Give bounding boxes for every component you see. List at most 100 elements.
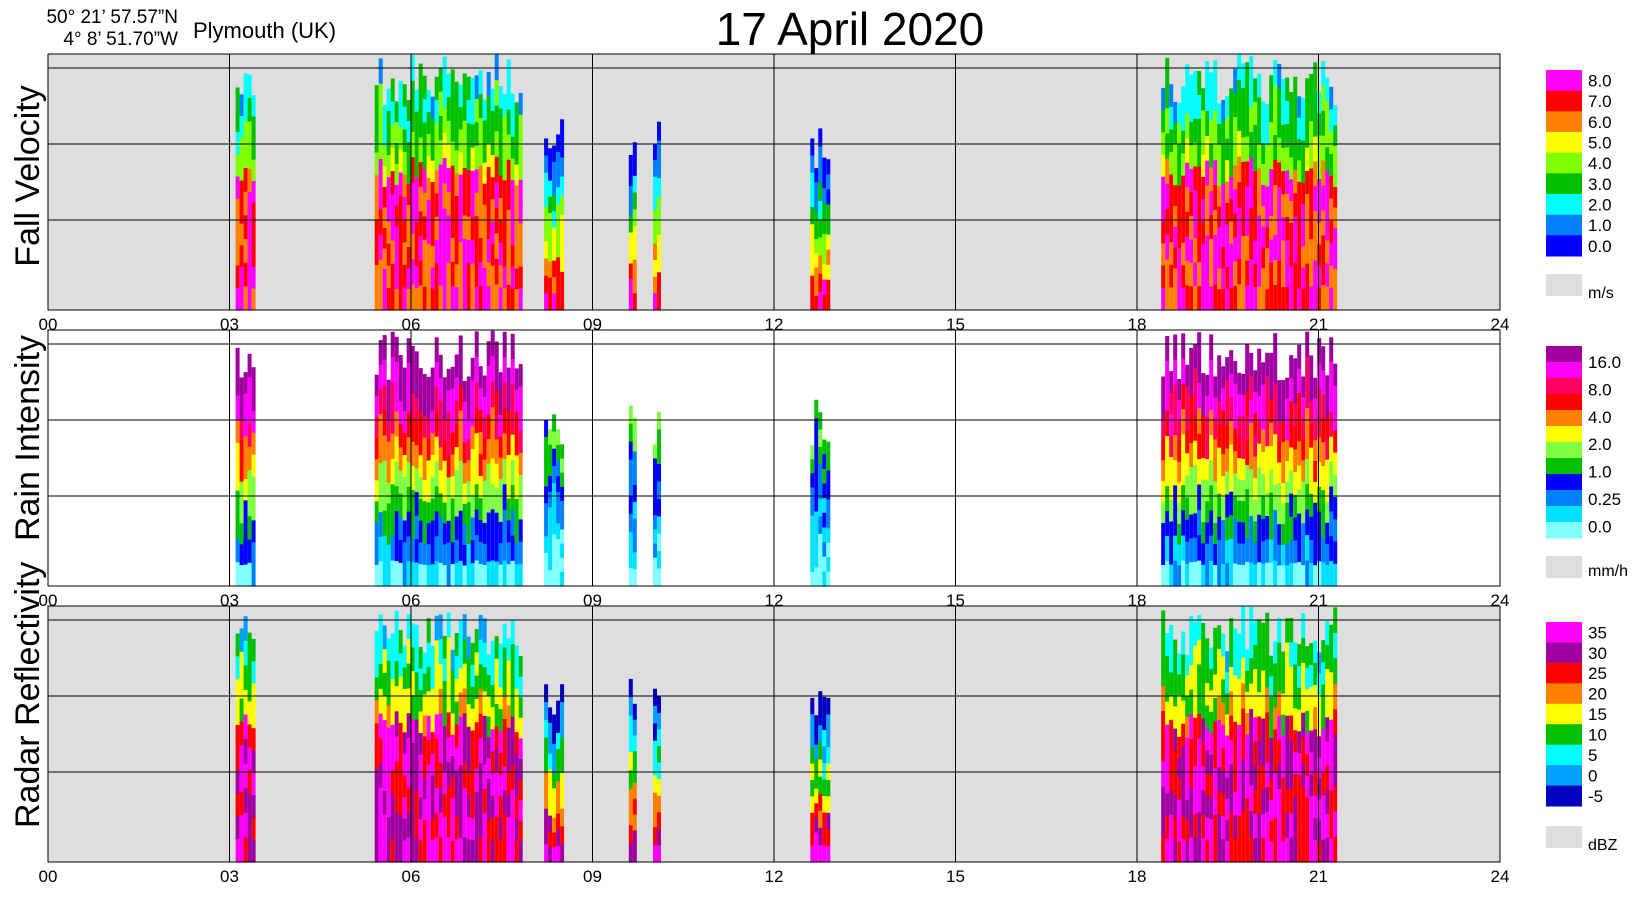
panel-0-event-2-cell [548,180,553,198]
panel-0-event-1-cell [474,122,479,147]
panel-2-event-1-cell [418,668,423,691]
panel-0-event-1-cell [518,136,523,159]
panel-2-event-6-cell [1213,744,1218,769]
panel-1-event-6-cell [1289,562,1294,587]
panel-2-legend-label: 5 [1588,746,1597,765]
panel-1-event-1-cell [414,374,419,399]
panel-1-event-0-cell [251,410,256,434]
panel-2-event-1-cell [406,614,411,640]
panel-0-event-4-cell [653,226,657,244]
panel-2-event-6-cell [1277,740,1282,766]
panel-1-event-6-cell [1269,446,1274,470]
panel-1-event-6-cell [1197,382,1202,409]
panel-0-event-6-cell [1309,192,1314,217]
panel-1-event-6-cell [1325,375,1330,397]
panel-2-event-6-cell [1253,765,1258,791]
panel-1-event-6-cell [1289,470,1294,495]
panel-2-event-1-cell [402,818,407,841]
panel-0-event-6-cell [1325,263,1330,288]
panel-0-event-1-cell [518,179,523,203]
panel-0-event-1-cell [498,86,503,110]
panel-2-event-1-cell [514,688,519,712]
panel-2-event-1-cell [482,788,487,814]
panel-0-event-1-cell [498,287,503,311]
panel-0-event-1-cell [414,221,419,245]
panel-2-event-6-cell [1301,613,1306,639]
panel-1-event-5-cell [826,470,831,486]
panel-2-event-6-cell [1281,777,1286,800]
panel-2-event-0-cell [243,837,248,863]
panel-0-event-1-cell [438,67,443,93]
panel-0-event-6-cell [1301,204,1306,226]
panel-0-event-1-cell [498,130,503,154]
panel-1-event-6-cell [1301,502,1306,524]
panel-2-event-6-cell [1261,790,1266,815]
panel-1-event-1-cell [386,379,391,401]
panel-1-event-1-cell [382,560,387,587]
panel-1-event-0-cell [235,443,240,468]
panel-2-event-1-cell [394,736,399,763]
panel-2-event-1-cell [486,654,491,676]
panel-1-event-0-cell [247,446,252,471]
panel-2-event-1-cell [502,766,507,792]
panel-0-event-6-cell [1177,103,1182,125]
panel-2-event-1-cell [382,743,387,768]
panel-0-event-1-cell [474,239,479,264]
panel-2-event-3-cell [632,767,637,784]
panel-1-event-1-cell [434,486,439,512]
panel-0-event-6-cell [1161,176,1166,200]
panel-2-event-1-cell [482,715,487,741]
panel-1-event-4-cell [653,501,657,516]
panel-0-event-3-cell [632,209,637,227]
panel-1-event-2-cell [556,570,561,587]
panel-2-event-1-cell [506,682,511,706]
panel-2-event-6-cell [1317,715,1322,737]
panel-0-event-5-cell [826,279,831,296]
panel-0-event-0-cell [247,98,252,123]
panel-2-event-1-cell [398,815,403,840]
panel-2-event-2-cell [548,738,553,755]
panel-0-event-6-cell [1325,100,1330,125]
panel-2-event-1-cell [386,638,391,662]
panel-0-event-6-cell [1317,266,1322,289]
panel-0-event-6-cell [1177,144,1182,166]
panel-2-event-6-cell [1293,774,1298,797]
panel-2-event-1-cell [458,644,463,669]
panel-0-event-4-cell [653,160,657,178]
panel-0-event-6-cell [1269,145,1274,170]
panel-1-event-1-cell [426,418,431,441]
panel-1-event-6-cell [1249,376,1254,401]
panel-0-event-6-cell [1269,263,1274,288]
panel-2-event-1-cell [482,813,487,839]
panel-2-event-2-cell [556,700,561,718]
panel-2-event-1-cell [422,757,427,779]
panel-1-event-1-cell [394,436,399,462]
panel-0-event-6-cell [1289,288,1294,311]
panel-0-event-6-cell [1189,192,1194,217]
panel-0-event-6-cell [1165,158,1170,185]
panel-0-legend-nodata [1546,274,1582,296]
panel-1-event-6-cell [1313,502,1318,525]
panel-0-event-6-cell [1257,73,1262,98]
panel-1-event-1-cell [470,426,475,450]
panel-0-event-2-cell [548,213,553,230]
panel-0-event-2-cell [560,195,565,216]
panel-1-event-1-cell [486,365,491,391]
panel-0-event-6-cell [1173,289,1178,311]
panel-1-event-1-cell [390,382,395,409]
panel-2-event-1-cell [502,623,507,649]
panel-1-event-4-cell [653,571,657,587]
panel-0-event-6-cell [1293,76,1298,101]
panel-0-event-0-cell [247,168,252,193]
panel-1-event-0-cell [251,454,256,478]
panel-0-event-1-cell [482,141,487,164]
panel-0-event-1-cell [402,174,407,198]
panel-1-event-6-cell [1173,485,1178,512]
panel-0-event-0-cell [247,215,252,240]
panel-0-event-6-cell [1301,182,1306,205]
panel-1-event-1-cell [466,481,471,503]
panel-1-event-4-cell [653,529,657,545]
panel-1-event-2-cell [556,539,561,556]
panel-0-event-3-cell [628,248,633,265]
panel-0-event-6-cell [1321,110,1326,137]
